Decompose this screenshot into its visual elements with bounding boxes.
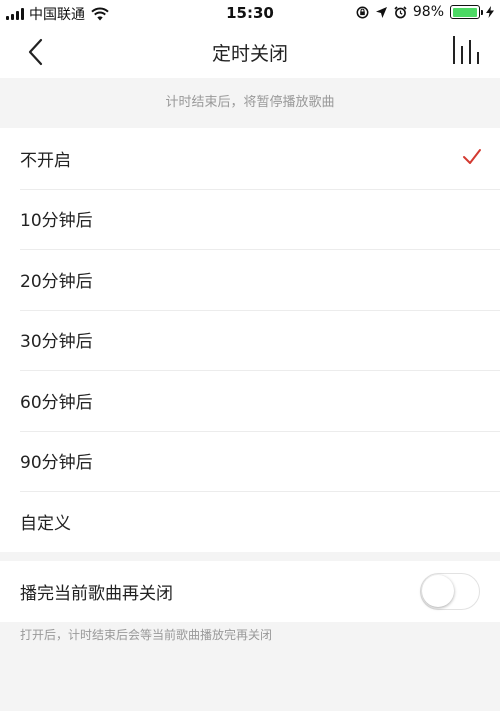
option-label: 自定义 xyxy=(20,513,71,534)
timer-options-list: 不开启 10分钟后 20分钟后 30分钟后 60分钟后 90分钟后 自定义 xyxy=(0,128,500,552)
status-right: 98% xyxy=(356,4,494,20)
location-icon xyxy=(375,6,387,18)
equalizer-icon[interactable] xyxy=(450,36,480,66)
page-title: 定时关闭 xyxy=(211,43,288,65)
battery-fill xyxy=(452,7,477,17)
charging-bolt-icon xyxy=(486,6,494,18)
option-label: 20分钟后 xyxy=(20,271,93,292)
toggle-knob xyxy=(422,575,454,607)
option-label: 不开启 xyxy=(20,150,71,171)
option-60min[interactable]: 60分钟后 xyxy=(0,370,500,431)
nav-bar: 定时关闭 xyxy=(0,26,500,78)
option-20min[interactable]: 20分钟后 xyxy=(0,249,500,310)
option-label: 90分钟后 xyxy=(20,453,93,474)
option-label: 60分钟后 xyxy=(20,392,93,413)
finish-song-row: 播完当前歌曲再关闭 xyxy=(0,561,500,622)
battery-icon xyxy=(450,5,483,19)
orientation-lock-icon xyxy=(356,6,369,18)
checkmark-icon xyxy=(463,149,481,164)
finish-song-hint: 打开后，计时结束后会等当前歌曲播放完再关闭 xyxy=(20,628,273,642)
option-30min[interactable]: 30分钟后 xyxy=(0,309,500,371)
finish-song-label: 播完当前歌曲再关闭 xyxy=(20,584,173,604)
option-label: 10分钟后 xyxy=(20,211,93,232)
option-off[interactable]: 不开启 xyxy=(0,128,500,189)
timer-hint: 计时结束后，将暂停播放歌曲 xyxy=(0,78,500,128)
option-10min[interactable]: 10分钟后 xyxy=(0,188,500,250)
option-custom[interactable]: 自定义 xyxy=(0,491,500,552)
option-label: 30分钟后 xyxy=(20,332,93,353)
option-90min[interactable]: 90分钟后 xyxy=(0,430,500,492)
status-bar: 中国联通 15:30 98% xyxy=(0,0,500,26)
finish-song-toggle[interactable] xyxy=(420,573,480,610)
battery-percent: 98% xyxy=(412,4,444,20)
alarm-icon xyxy=(394,5,407,18)
